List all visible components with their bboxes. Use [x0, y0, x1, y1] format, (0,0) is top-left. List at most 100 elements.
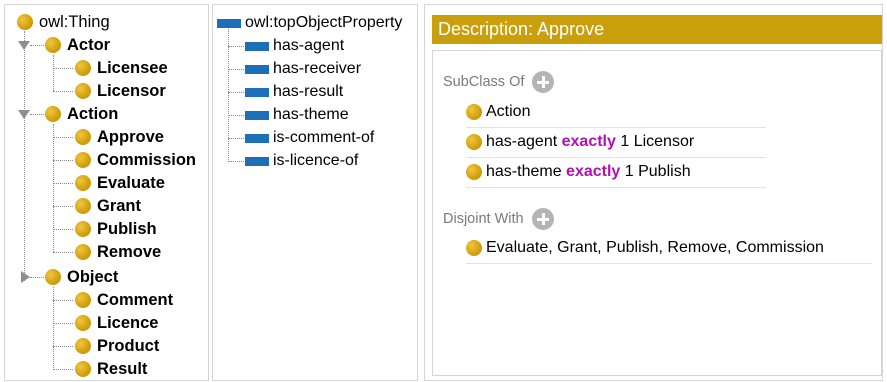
tree-connector: [53, 124, 54, 252]
tree-connector: [53, 68, 73, 69]
axiom-property: has-theme: [486, 163, 562, 180]
class-icon: [45, 37, 61, 53]
class-icon: [17, 14, 33, 30]
class-icon: [75, 83, 91, 99]
axiom-filler: 1 Licensor: [620, 133, 695, 150]
tree-item-commission[interactable]: Commission: [75, 149, 196, 171]
axiom-filler: 1 Publish: [624, 163, 691, 180]
add-disjoint-button[interactable]: [531, 208, 554, 230]
tree-item-licence[interactable]: Licence: [75, 312, 158, 334]
tree-item-label: Comment: [97, 290, 174, 309]
class-icon: [466, 134, 482, 150]
class-icon: [466, 104, 482, 120]
tree-connector: [228, 29, 229, 162]
tree-item-has-result[interactable]: has-result: [245, 81, 343, 103]
tree-item-object[interactable]: Object: [45, 266, 118, 288]
tree-item-product[interactable]: Product: [75, 335, 159, 357]
section-title: Disjoint With: [443, 211, 524, 227]
tree-item-label: Licensee: [97, 58, 168, 77]
description-panel: Description: Approve SubClass Of Action …: [424, 4, 883, 381]
class-icon: [75, 198, 91, 214]
class-icon: [45, 106, 61, 122]
tree-item-remove[interactable]: Remove: [75, 241, 161, 263]
tree-item-label: Grant: [97, 196, 142, 215]
tree-item-result[interactable]: Result: [75, 358, 147, 380]
class-icon: [75, 152, 91, 168]
tree-connector: [53, 206, 73, 207]
tree-item-label: has-agent: [273, 37, 345, 54]
expand-triangle-icon[interactable]: [18, 110, 30, 119]
tree-connector: [53, 300, 73, 301]
tree-connector: [53, 160, 73, 161]
tree-item-label: Remove: [97, 242, 162, 261]
tree-item-is-comment-of[interactable]: is-comment-of: [245, 127, 374, 149]
tree-connector: [228, 161, 244, 162]
tree-item-label: has-result: [273, 83, 344, 100]
tree-connector: [53, 369, 73, 370]
class-icon: [75, 244, 91, 260]
tree-item-label: Result: [97, 359, 148, 378]
tree-item-has-agent[interactable]: has-agent: [245, 35, 344, 57]
description-header: Description: Approve: [432, 15, 882, 44]
object-property-icon: [245, 156, 269, 166]
tree-item-actor[interactable]: Actor: [45, 34, 110, 56]
tree-item-label: Publish: [97, 219, 157, 238]
axiom-property: has-agent: [486, 133, 558, 150]
axiom-keyword: exactly: [566, 163, 621, 180]
tree-item-publish[interactable]: Publish: [75, 218, 157, 240]
class-icon: [75, 129, 91, 145]
subclass-of-section: SubClass Of: [443, 71, 555, 93]
tree-item-label: is-comment-of: [273, 129, 375, 146]
tree-item-licensee[interactable]: Licensee: [75, 57, 168, 79]
axiom-text: Action: [486, 103, 531, 120]
expand-triangle-icon[interactable]: [18, 41, 30, 50]
tree-item-has-receiver[interactable]: has-receiver: [245, 58, 361, 80]
axiom-row[interactable]: has-theme exactly 1 Publish: [466, 157, 766, 188]
tree-connector: [30, 277, 44, 278]
tree-item-licensor[interactable]: Licensor: [75, 80, 166, 102]
tree-connector: [53, 91, 73, 92]
tree-item-owl-thing[interactable]: owl:Thing: [17, 11, 110, 33]
tree-connector: [228, 115, 244, 116]
class-icon: [75, 315, 91, 331]
class-icon: [75, 292, 91, 308]
object-property-icon: [245, 87, 269, 97]
tree-item-owl-topobjectproperty[interactable]: owl:topObjectProperty: [217, 12, 402, 34]
tree-item-evaluate[interactable]: Evaluate: [75, 172, 165, 194]
tree-item-comment[interactable]: Comment: [75, 289, 173, 311]
tree-item-label: Actor: [67, 35, 111, 54]
tree-connector: [30, 114, 44, 115]
object-property-icon: [245, 110, 269, 120]
add-subclass-button[interactable]: [532, 71, 555, 93]
tree-item-label: Approve: [97, 127, 164, 146]
object-property-icon: [245, 64, 269, 74]
tree-item-label: owl:Thing: [39, 12, 110, 31]
object-property-icon: [245, 133, 269, 143]
tree-item-label: has-theme: [273, 106, 349, 123]
tree-item-action[interactable]: Action: [45, 103, 118, 125]
axiom-row[interactable]: Evaluate, Grant, Publish, Remove, Commis…: [466, 233, 872, 264]
object-property-panel: owl:topObjectProperty has-agent has-rece…: [212, 4, 418, 381]
tree-item-label: has-receiver: [273, 60, 362, 77]
class-icon: [75, 338, 91, 354]
tree-item-grant[interactable]: Grant: [75, 195, 141, 217]
tree-connector: [53, 55, 54, 91]
tree-item-label: is-licence-of: [273, 152, 359, 169]
tree-connector: [53, 183, 73, 184]
axiom-row[interactable]: has-agent exactly 1 Licensor: [466, 127, 766, 158]
class-icon: [466, 164, 482, 180]
tree-item-is-licence-of[interactable]: is-licence-of: [245, 150, 358, 172]
tree-item-label: Action: [67, 104, 119, 123]
tree-connector: [53, 252, 73, 253]
object-property-icon: [245, 41, 269, 51]
axiom-row[interactable]: Action: [466, 97, 766, 128]
tree-item-has-theme[interactable]: has-theme: [245, 104, 349, 126]
axiom-keyword: exactly: [561, 133, 616, 150]
tree-connector: [53, 346, 73, 347]
tree-connector: [30, 45, 44, 46]
collapse-triangle-icon[interactable]: [21, 271, 30, 283]
tree-connector: [53, 229, 73, 230]
tree-item-label: Object: [67, 267, 119, 286]
tree-item-approve[interactable]: Approve: [75, 126, 164, 148]
tree-connector: [228, 69, 244, 70]
